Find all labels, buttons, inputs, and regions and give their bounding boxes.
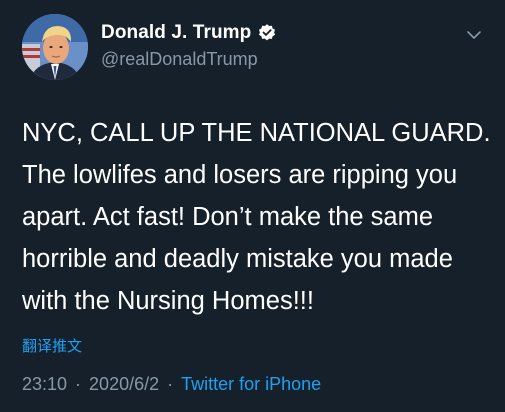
avatar-image [22, 14, 88, 80]
avatar[interactable] [22, 14, 88, 80]
translate-tweet-link[interactable]: 翻译推文 [22, 335, 82, 356]
tweet-source-link[interactable]: Twitter for iPhone [181, 374, 321, 395]
verified-badge-icon [257, 23, 277, 43]
tweet-time[interactable]: 23:10 [22, 374, 67, 395]
tweet-meta: 23:10 · 2020/6/2 · Twitter for iPhone [22, 374, 321, 395]
tweet-card: Donald J. Trump @realDonaldTrump NYC, CA… [0, 0, 505, 412]
display-name[interactable]: Donald J. Trump [101, 22, 251, 44]
tweet-date[interactable]: 2020/6/2 [89, 374, 159, 395]
meta-separator: · [167, 374, 174, 394]
chevron-down-icon[interactable] [465, 26, 483, 44]
user-handle[interactable]: @realDonaldTrump [101, 49, 258, 70]
author-name-row: Donald J. Trump [101, 22, 277, 44]
meta-separator: · [75, 374, 82, 394]
tweet-text: NYC, CALL UP THE NATIONAL GUARD. The low… [22, 119, 491, 315]
